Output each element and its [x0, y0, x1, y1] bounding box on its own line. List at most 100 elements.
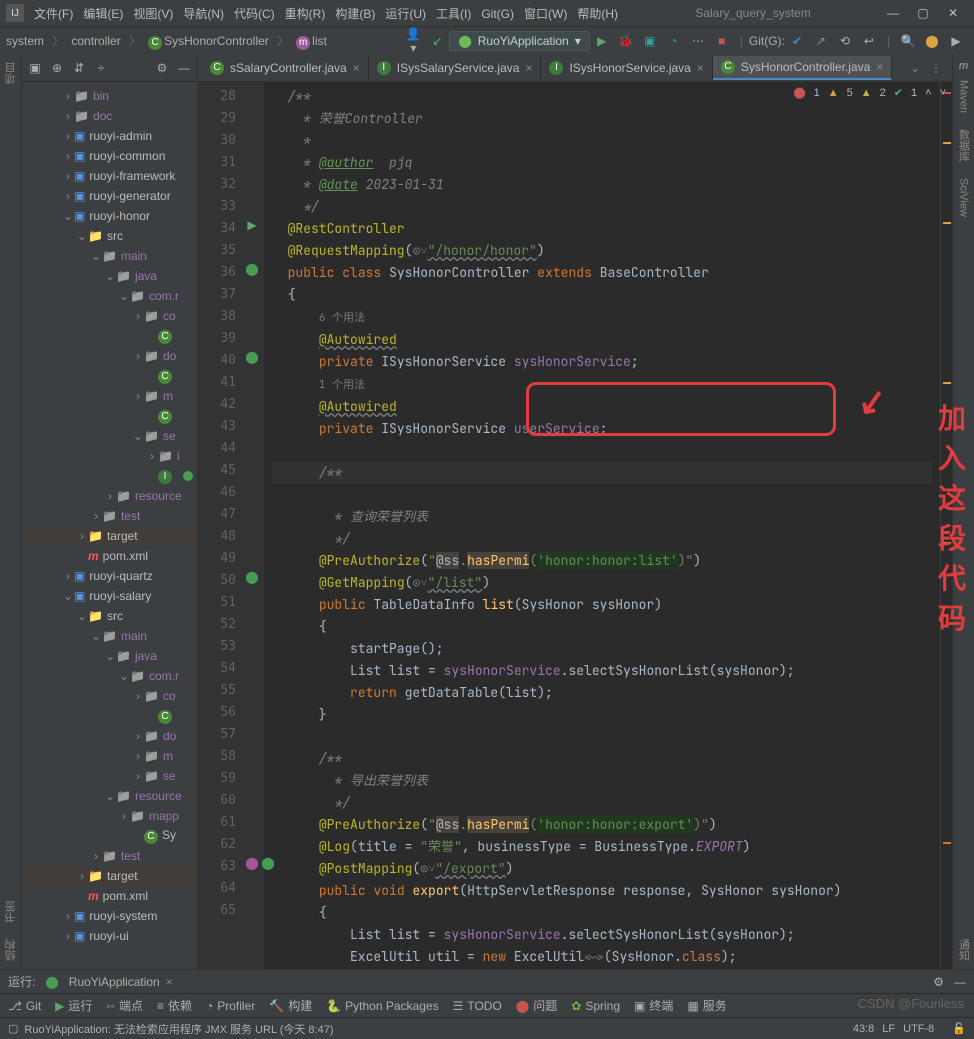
hide-icon[interactable]: —: [954, 975, 966, 989]
editor-tab[interactable]: CSysHonorController.java×: [713, 56, 892, 80]
tree-row[interactable]: ⌄ruoyi-honor: [22, 206, 197, 226]
tree-row[interactable]: ›resource: [22, 486, 197, 506]
more-icon[interactable]: ⋮: [930, 61, 942, 75]
play-store-icon[interactable]: ▶: [947, 34, 965, 48]
inspections-widget[interactable]: ⬤1 ▲5 ▲2 ✔1 ˄˅: [793, 86, 946, 99]
gutter-icons[interactable]: ▶ ⬤ ⬤ ⬤ ⬤ ⬤: [242, 82, 264, 969]
tree-row[interactable]: ⌄java: [22, 646, 197, 666]
menu-item[interactable]: 帮助(H): [577, 7, 618, 21]
menu-item[interactable]: 编辑(E): [83, 7, 123, 21]
tree-row[interactable]: ›ruoyi-admin: [22, 126, 197, 146]
tree-row[interactable]: pom.xml: [22, 886, 197, 906]
hammer-icon[interactable]: ↙: [428, 34, 446, 48]
editor-tab[interactable]: CsSalaryController.java×: [202, 56, 369, 80]
tree-row[interactable]: ›m: [22, 386, 197, 406]
menu-item[interactable]: 运行(U): [385, 7, 426, 21]
coverage-icon[interactable]: ▣: [641, 34, 659, 48]
tree-row[interactable]: ›ruoyi-framework: [22, 166, 197, 186]
git-update-icon[interactable]: ✔: [788, 34, 806, 48]
tree-label: main: [102, 249, 147, 263]
tree-row[interactable]: ⌄src: [22, 226, 197, 246]
tree-row[interactable]: [22, 706, 197, 726]
tree-row[interactable]: ⌄main: [22, 626, 197, 646]
tree-row[interactable]: ›doc: [22, 106, 197, 126]
debug-icon[interactable]: 🐞: [617, 34, 635, 48]
tree-row[interactable]: ⌄se: [22, 426, 197, 446]
tree-row[interactable]: Sy: [22, 826, 197, 846]
menu-item[interactable]: 窗口(W): [524, 7, 567, 21]
tree-row[interactable]: ›bin: [22, 86, 197, 106]
tree-row[interactable]: ›co: [22, 306, 197, 326]
dropdown-icon[interactable]: ⌄: [910, 61, 920, 75]
problems-tool: ⬤问题: [516, 997, 557, 1014]
user-icon[interactable]: 👤▾: [404, 27, 422, 55]
tree-row[interactable]: ›co: [22, 686, 197, 706]
tree-row[interactable]: ›ruoyi-quartz: [22, 566, 197, 586]
tree-row[interactable]: ›test: [22, 506, 197, 526]
tree-row[interactable]: ⌄ruoyi-salary: [22, 586, 197, 606]
menu-item[interactable]: 文件(F): [34, 7, 73, 21]
tree-row[interactable]: ⌄main: [22, 246, 197, 266]
git-commit-icon[interactable]: ↗: [812, 34, 830, 48]
tree-row[interactable]: ›ruoyi-generator: [22, 186, 197, 206]
stop-icon[interactable]: ■: [713, 34, 731, 48]
tree-row[interactable]: ›target: [22, 526, 197, 546]
close-icon: ×: [353, 61, 360, 75]
run-config-selector[interactable]: ⬤RuoYiApplication▾: [449, 31, 589, 51]
tree-row[interactable]: ›mapp: [22, 806, 197, 826]
menu-item[interactable]: 工具(I): [436, 7, 471, 21]
menu-item[interactable]: 代码(C): [234, 7, 275, 21]
tree-row[interactable]: ⌄com.r: [22, 666, 197, 686]
project-panel-header[interactable]: ▣ ⊕ ⇵ ÷ ⚙ —: [22, 54, 197, 82]
ide-settings-icon[interactable]: ⬤: [923, 34, 941, 48]
search-icon[interactable]: 🔍: [899, 34, 917, 48]
profile-icon[interactable]: ◔: [665, 34, 683, 48]
tree-row[interactable]: ›ruoyi-system: [22, 906, 197, 926]
gear-icon[interactable]: ⚙: [933, 975, 944, 989]
git-rollback-icon[interactable]: ↩: [860, 34, 878, 48]
divide-icon: ÷: [94, 61, 108, 75]
menu-item[interactable]: 导航(N): [183, 7, 224, 21]
run-icon[interactable]: ▶: [593, 34, 611, 48]
editor-tab[interactable]: IISysSalaryService.java×: [369, 56, 542, 80]
bottom-toolbar[interactable]: ⎇Git ▶运行 ◦◦端点 ≡依赖 ◔Profiler 🔨构建 🐍Python …: [0, 993, 974, 1017]
tree-row[interactable]: ›ruoyi-ui: [22, 926, 197, 946]
tree-row[interactable]: [22, 326, 197, 346]
tree-row[interactable]: ›do: [22, 346, 197, 366]
tree-row[interactable]: ⌄com.r: [22, 286, 197, 306]
window-controls[interactable]: —▢✕: [878, 6, 968, 20]
tree-row[interactable]: ›do: [22, 726, 197, 746]
menu-item[interactable]: 重构(R): [285, 7, 326, 21]
code-content[interactable]: /** * 荣誉Controller * * @author pjq * @da…: [264, 82, 940, 969]
project-tree[interactable]: ›bin›doc›ruoyi-admin›ruoyi-common›ruoyi-…: [22, 82, 197, 969]
caret-position[interactable]: 43:8: [853, 1023, 874, 1035]
tree-row[interactable]: ›i: [22, 446, 197, 466]
encoding[interactable]: UTF-8: [903, 1023, 934, 1035]
tree-row[interactable]: [22, 406, 197, 426]
git-history-icon[interactable]: ⟲: [836, 34, 854, 48]
breadcrumb[interactable]: system〉 controller〉 CSysHonorController〉…: [6, 32, 331, 50]
tree-row[interactable]: [22, 366, 197, 386]
tree-row[interactable]: ⌄resource: [22, 786, 197, 806]
editor-tabs[interactable]: CsSalaryController.java×IISysSalaryServi…: [198, 54, 952, 82]
tree-row[interactable]: pom.xml: [22, 546, 197, 566]
tree-row[interactable]: ›se: [22, 766, 197, 786]
tree-row[interactable]: ›ruoyi-common: [22, 146, 197, 166]
tree-row[interactable]: [22, 466, 197, 486]
tree-row[interactable]: ⌄src: [22, 606, 197, 626]
menu-item[interactable]: 视图(V): [133, 7, 173, 21]
menu-item[interactable]: Git(G): [481, 7, 514, 21]
tree-row[interactable]: ›m: [22, 746, 197, 766]
lock-icon[interactable]: 🔓: [952, 1022, 966, 1035]
line-separator[interactable]: LF: [882, 1023, 895, 1035]
code-area[interactable]: 2829303132333435363738394041424344454647…: [198, 82, 952, 969]
left-tool-stripe[interactable]: 项目 书签 结构: [0, 54, 22, 969]
tree-row[interactable]: ⌄java: [22, 266, 197, 286]
editor-tab[interactable]: IISysHonorService.java×: [541, 56, 712, 80]
run-toolwindow-bar[interactable]: 运行: ⬤ RuoYiApplication× ⚙ —: [0, 969, 974, 993]
tree-row[interactable]: ›test: [22, 846, 197, 866]
tree-row[interactable]: ›target: [22, 866, 197, 886]
attach-icon[interactable]: ⋯: [689, 34, 707, 48]
menubar[interactable]: 文件(F) 编辑(E) 视图(V) 导航(N) 代码(C) 重构(R) 构建(B) 运行(U)…: [34, 5, 628, 22]
menu-item[interactable]: 构建(B): [335, 7, 375, 21]
